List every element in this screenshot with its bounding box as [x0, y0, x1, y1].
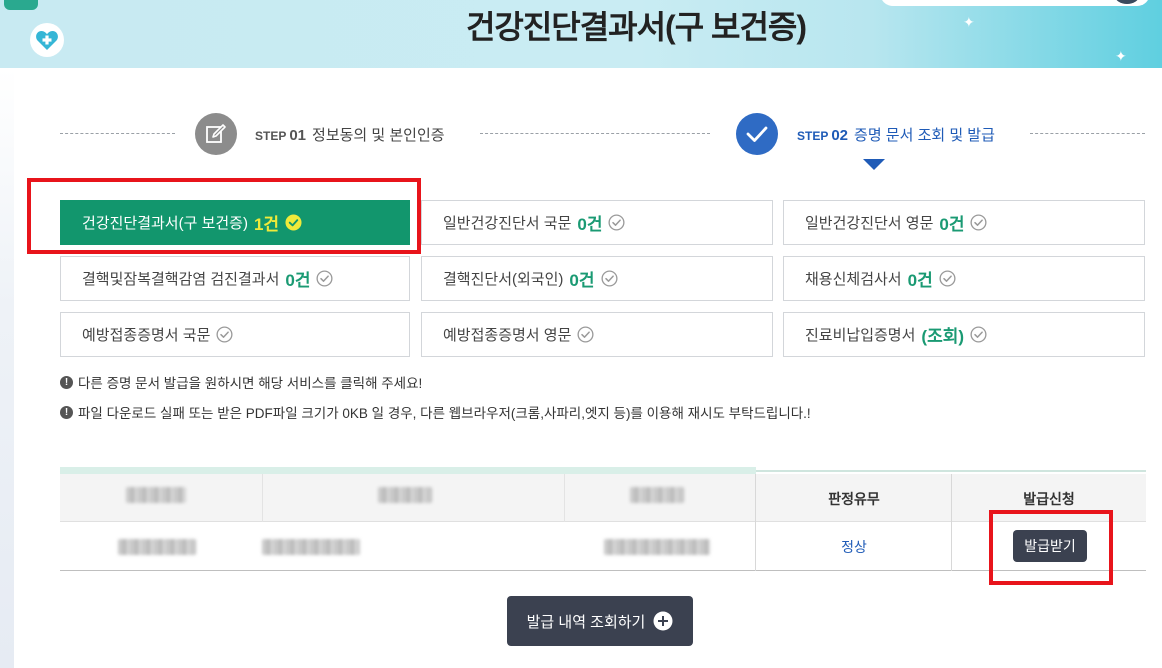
highlight-box — [989, 510, 1113, 585]
plus-circle-icon — [653, 611, 673, 631]
doc-general-health-english[interactable]: 일반건강진단서 영문 0건 — [783, 200, 1145, 245]
edit-icon — [195, 113, 237, 155]
table-top-border — [756, 470, 1146, 472]
step-divider — [60, 133, 175, 134]
redacted-header — [126, 487, 186, 503]
doc-general-health-korean[interactable]: 일반건강진단서 국문 0건 — [421, 200, 773, 245]
check-circle-icon — [939, 270, 956, 287]
doc-vaccination-korean[interactable]: 예방접종증명서 국문 — [60, 312, 410, 357]
redacted-header — [630, 487, 684, 503]
doc-medical-payment[interactable]: 진료비납입증명서 (조회) — [783, 312, 1145, 357]
check-circle-icon — [316, 270, 334, 287]
doc-vaccination-english[interactable]: 예방접종증명서 영문 — [421, 312, 773, 357]
sparkle-icon: ✦ — [1115, 48, 1127, 64]
check-circle-icon — [970, 326, 987, 343]
sparkle-icon: ✦ — [963, 14, 975, 30]
page-banner: 건강진단결과서(구 보건증) ✦ ✦ — [0, 0, 1162, 68]
doc-employment-exam[interactable]: 채용신체검사서 0건 — [783, 256, 1145, 301]
column-separator — [564, 474, 565, 522]
table-top-border — [60, 467, 756, 474]
redacted-cell — [118, 539, 196, 555]
step-01: STEP 01 정보동의 및 본인인증 — [255, 127, 445, 144]
check-circle-icon — [216, 326, 233, 343]
step-divider — [480, 133, 710, 134]
check-circle-icon — [608, 214, 626, 231]
notice-other-docs: ! 다른 증명 문서 발급을 원하시면 해당 서비스를 클릭해 주세요! — [60, 372, 422, 392]
side-gutter — [0, 68, 14, 668]
table-row — [60, 522, 1146, 571]
history-lookup-button[interactable]: 발급 내역 조회하기 — [507, 596, 693, 646]
chevron-down-icon — [863, 159, 885, 170]
check-circle-icon — [600, 270, 618, 287]
highlight-box — [27, 178, 421, 254]
redacted-header — [378, 487, 432, 503]
doc-tuberculosis-foreigner[interactable]: 결핵진단서(외국인) 0건 — [421, 256, 773, 301]
step-02: STEP 02 증명 문서 조회 및 발급 — [797, 127, 995, 144]
check-circle-icon — [577, 326, 594, 343]
doc-tuberculosis-result[interactable]: 결핵및잠복결핵감염 검진결과서 0건 — [60, 256, 410, 301]
redacted-cell — [262, 539, 360, 555]
exclamation-icon: ! — [60, 375, 73, 389]
check-icon — [736, 113, 778, 155]
exclamation-icon: ! — [60, 405, 73, 419]
column-separator — [262, 474, 263, 522]
redacted-cell — [604, 539, 710, 555]
banner-decoration — [880, 0, 1150, 6]
result-value: 정상 — [841, 539, 867, 555]
header-result: 판정유무 — [828, 491, 880, 507]
step-divider — [1030, 133, 1145, 134]
check-circle-icon — [970, 214, 988, 231]
notice-download-failure: ! 파일 다운로드 실패 또는 받은 PDF파일 크기가 0KB 일 경우, 다른… — [60, 402, 811, 422]
page-title: 건강진단결과서(구 보건증) — [465, 9, 807, 45]
header-issue: 발급신청 — [1023, 491, 1075, 507]
